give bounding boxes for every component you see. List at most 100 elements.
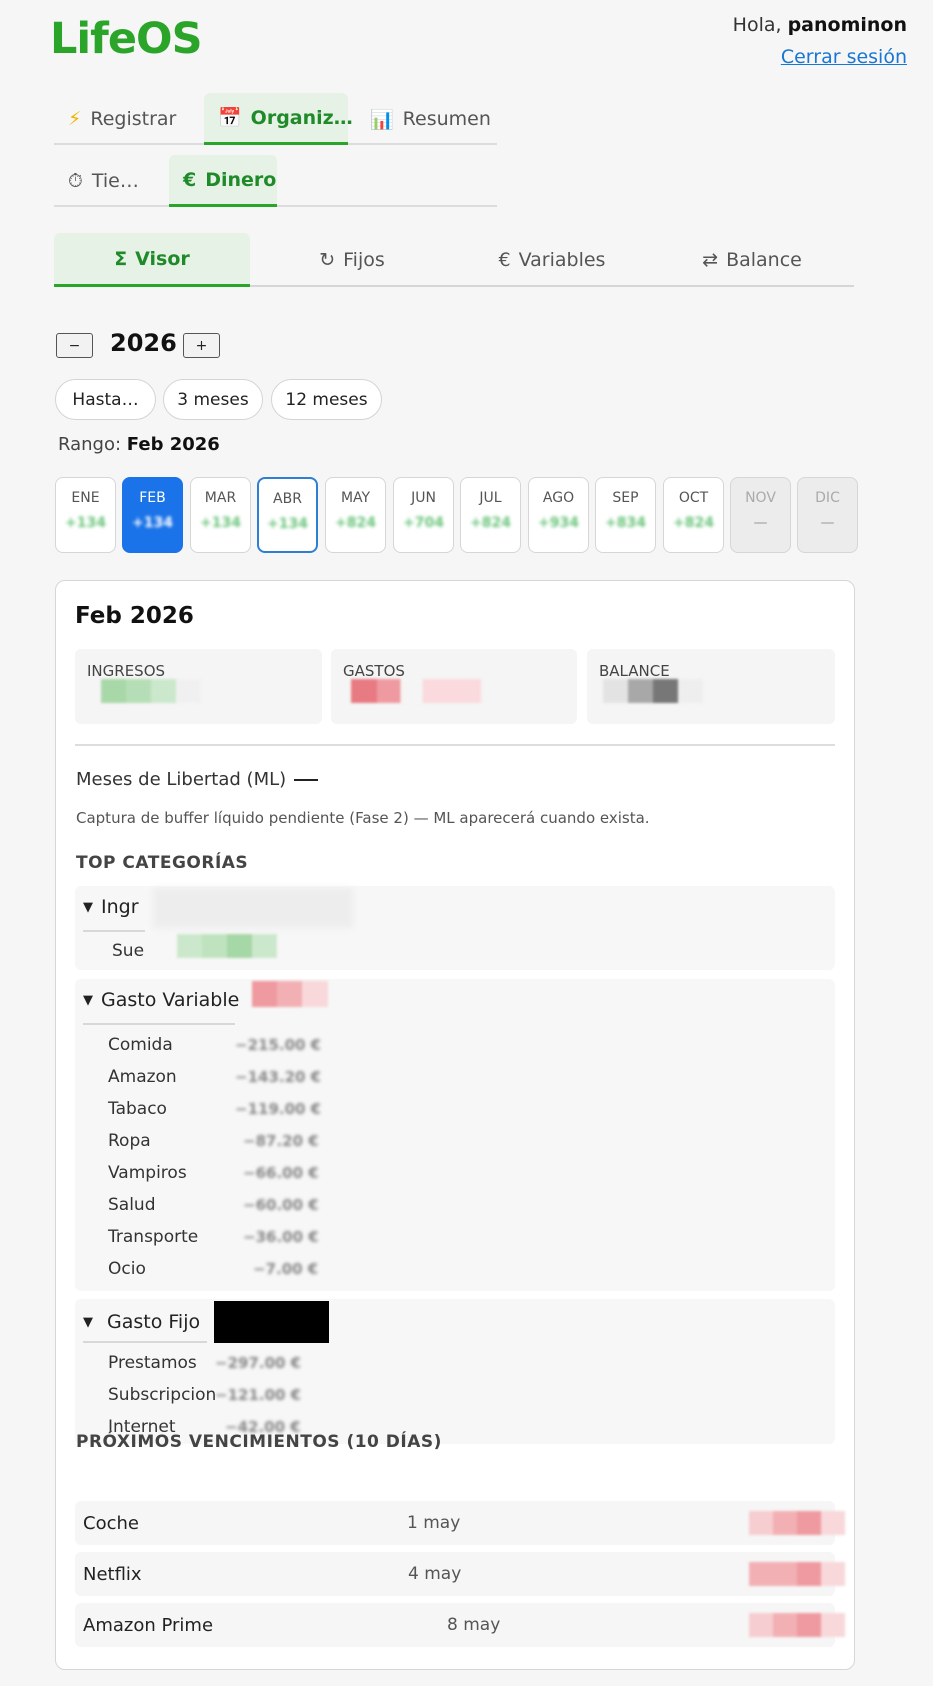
category-group-ingresos: ▼ Ingr Sue (75, 886, 835, 970)
due-title: PRÓXIMOS VENCIMIENTOS (10 DÍAS) (76, 1432, 442, 1452)
month-chip-mar[interactable]: MAR +134 (190, 477, 251, 553)
range-pill-12-meses[interactable]: 12 meses (271, 379, 382, 420)
money-subtabs: Σ Visor ↻ Fijos € Variables ⇄ Balance (54, 233, 854, 287)
category-row-label: Subscripcion (108, 1385, 217, 1405)
tab-label: Resumen (402, 108, 491, 130)
secondary-tabs: ⏱ Tie… € Dinero (54, 155, 497, 207)
ml-note: Captura de buffer líquido pendiente (Fas… (76, 809, 650, 827)
month-name: AGO (542, 490, 575, 506)
due-row: Netflix 4 may (75, 1552, 845, 1596)
subtab-fijos[interactable]: ↻ Fijos (254, 233, 450, 287)
redacted-value (749, 1613, 845, 1637)
month-value: +134 (132, 515, 173, 531)
euro-icon: € (183, 168, 197, 191)
ml-row: Meses de Libertad (ML) (76, 769, 319, 790)
logout-link[interactable]: Cerrar sesión (781, 46, 907, 68)
month-chip-jul[interactable]: JUL +824 (460, 477, 521, 553)
category-row-value: −66.00 € (243, 1164, 319, 1182)
redacted-value (101, 679, 201, 703)
tab-label: Dinero (205, 168, 277, 191)
category-row-value: −36.00 € (243, 1228, 319, 1246)
due-row: Amazon Prime 8 may (75, 1603, 845, 1647)
tab-resumen[interactable]: 📊 Resumen (356, 93, 497, 145)
stat-gastos: GASTOS (331, 649, 577, 724)
group-name: Gasto Variable (101, 989, 240, 1011)
month-chip-ene[interactable]: ENE +134 (55, 477, 116, 553)
greeting-text: Hola, (732, 14, 782, 36)
month-chip-may[interactable]: MAY +824 (325, 477, 386, 553)
tab-label: Organiz… (250, 106, 353, 129)
triangle-down-icon: ▼ (83, 1315, 93, 1330)
category-group-gasto-variable: ▼ Gasto Variable Comida −215.00 € Amazon … (75, 979, 835, 1291)
range-pill-3-meses[interactable]: 3 meses (163, 379, 263, 420)
group-divider (83, 1023, 235, 1025)
redacted-value (177, 934, 277, 958)
redacted-value (603, 679, 703, 703)
group-divider (83, 930, 145, 932)
category-group-gasto-fijo: ▼ Gasto Fijo Prestamos −297.00 € Subscrip… (75, 1299, 835, 1444)
category-row-value: −297.00 € (215, 1354, 302, 1372)
redacted-value (749, 1562, 845, 1586)
category-row-label: Transporte (108, 1227, 199, 1247)
category-row-label: Comida (108, 1035, 173, 1055)
category-row-label: Sue (112, 941, 145, 961)
year-plus-button[interactable]: + (183, 333, 220, 358)
category-row-label: Ropa (108, 1131, 151, 1151)
category-row-label: Prestamos (108, 1353, 197, 1373)
range-pill-hasta[interactable]: Hasta… (55, 379, 156, 420)
tab-organizar[interactable]: 📅 Organiz… (204, 93, 353, 145)
month-name: MAY (340, 490, 371, 506)
category-row-value: −143.20 € (235, 1068, 322, 1086)
range-display: Rango: Feb 2026 (58, 434, 220, 455)
month-chip-oct[interactable]: OCT +824 (663, 477, 724, 553)
month-name: OCT (678, 490, 709, 506)
group-divider (83, 1341, 207, 1343)
month-value: +824 (673, 515, 714, 531)
month-chip-sep[interactable]: SEP +834 (595, 477, 656, 553)
username: panominon (787, 14, 907, 36)
month-chip-ago[interactable]: AGO +934 (528, 477, 589, 553)
card-title: Feb 2026 (75, 603, 194, 629)
subtab-label: Fijos (343, 249, 385, 271)
subtab-visor[interactable]: Σ Visor (54, 233, 250, 287)
subtab-label: Balance (726, 249, 802, 271)
month-name: JUN (411, 490, 436, 506)
group-toggle[interactable]: ▼ Gasto Fijo (83, 1311, 200, 1333)
month-name: FEB (139, 490, 166, 506)
month-value: +824 (335, 515, 376, 531)
tab-dinero[interactable]: € Dinero (169, 155, 277, 207)
subtab-variables[interactable]: € Variables (454, 233, 650, 287)
month-chip-abr[interactable]: ABR +134 (257, 477, 318, 553)
due-name: Netflix (83, 1564, 142, 1585)
month-value: +134 (267, 516, 308, 532)
triangle-down-icon: ▼ (83, 993, 93, 1008)
month-chip-jun[interactable]: JUN +704 (393, 477, 454, 553)
category-row-label: Salud (108, 1195, 156, 1215)
month-value: — (753, 515, 768, 531)
stat-label: INGRESOS (87, 662, 166, 680)
month-value: +704 (403, 515, 444, 531)
month-chip-feb[interactable]: FEB +134 (122, 477, 183, 553)
group-toggle[interactable]: ▼ Gasto Variable (83, 989, 239, 1011)
subtab-balance[interactable]: ⇄ Balance (654, 233, 850, 287)
due-row: Coche 1 may (75, 1501, 845, 1545)
redacted-value (351, 679, 481, 703)
month-chip-nov: NOV — (730, 477, 791, 553)
category-row-value: −87.20 € (243, 1132, 319, 1150)
category-row-label: Vampiros (108, 1163, 187, 1183)
range-value: Feb 2026 (126, 434, 220, 455)
month-name: ABR (273, 491, 302, 507)
tab-label: Registrar (90, 108, 177, 130)
month-value: — (820, 515, 835, 531)
divider (75, 744, 835, 746)
tab-registrar[interactable]: ⚡ Registrar (54, 93, 202, 145)
month-name: JUL (479, 490, 502, 506)
group-toggle[interactable]: ▼ Ingr (83, 896, 139, 918)
tab-tiempo[interactable]: ⏱ Tie… (54, 155, 164, 207)
year-minus-button[interactable]: − (56, 333, 93, 358)
calendar-icon: 📅 (218, 107, 242, 129)
month-value: +134 (65, 515, 106, 531)
category-row-value: −215.00 € (235, 1036, 322, 1054)
user-greeting: Hola, panominon (733, 14, 907, 36)
stat-balance: BALANCE (587, 649, 835, 724)
